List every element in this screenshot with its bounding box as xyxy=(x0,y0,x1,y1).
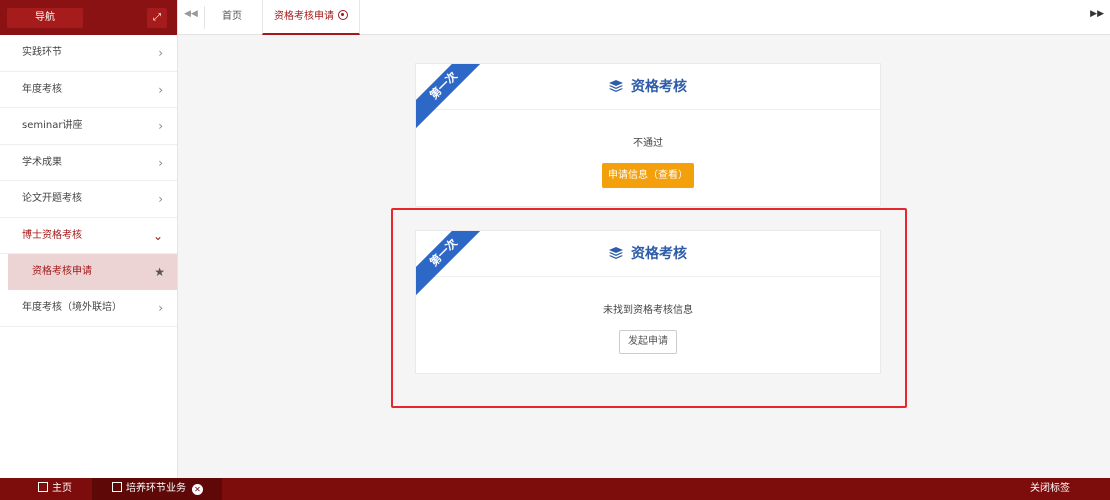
sidebar-item-label: seminar讲座 xyxy=(22,120,83,131)
qualification-card-1: 第一次 资格考核 不通过 申请信息（查看） xyxy=(415,63,881,207)
chevron-right-icon: › xyxy=(158,119,163,133)
bottom-tab-label: 培养环节业务 xyxy=(126,483,186,494)
double-chevron-right-icon[interactable]: ▶▶ xyxy=(1090,9,1104,19)
sidebar-item-label: 论文开题考核 xyxy=(22,193,82,204)
sidebar-item-label: 学术成果 xyxy=(22,156,62,168)
sidebar-item-label: 实践环节 xyxy=(22,47,62,58)
sidebar-item-label: 博士资格考核 xyxy=(22,229,82,241)
close-tabs-button[interactable]: 关闭标签 xyxy=(1030,478,1070,500)
divider xyxy=(204,6,205,29)
edit-icon xyxy=(112,482,122,492)
home-grid-icon xyxy=(38,482,48,492)
tab-label: 资格考核申请 xyxy=(274,11,334,22)
nav-list: 实践环节 › 年度考核 › seminar讲座 › 学术成果 › 论文开题考核 … xyxy=(0,35,177,327)
sidebar-item-proposal[interactable]: 论文开题考核 › xyxy=(0,181,177,218)
sidebar: 导航 ⤢ 实践环节 › 年度考核 › seminar讲座 › 学术成果 › 论文… xyxy=(0,0,178,478)
sidebar-header: 导航 ⤢ xyxy=(0,0,177,35)
sidebar-item-label: 年度考核 xyxy=(22,83,62,95)
chevron-right-icon: › xyxy=(158,192,163,206)
expand-arrows-icon[interactable]: ⤢ xyxy=(147,8,167,28)
chevron-right-icon: › xyxy=(158,301,163,315)
highlight-box xyxy=(391,208,907,408)
sidebar-item-annual-review[interactable]: 年度考核 › xyxy=(0,72,177,108)
card-body: 不通过 申请信息（查看） xyxy=(416,134,880,188)
card-title: 资格考核 xyxy=(631,79,687,95)
bottom-home-button[interactable]: 主页 xyxy=(38,478,72,500)
chevron-right-icon: › xyxy=(158,155,163,170)
status-text: 不通过 xyxy=(633,138,663,149)
sidebar-item-annual-review-overseas[interactable]: 年度考核（境外联培） › xyxy=(0,290,177,327)
card-header: 资格考核 xyxy=(416,64,880,110)
tab-qualification-apply[interactable]: 资格考核申请 xyxy=(262,0,360,35)
sidebar-item-practice[interactable]: 实践环节 › xyxy=(0,35,177,72)
double-chevron-left-icon[interactable]: ◀◀ xyxy=(184,9,198,19)
chevron-right-icon: › xyxy=(158,82,163,97)
close-circle-icon[interactable] xyxy=(338,10,348,20)
main-content: 第一次 资格考核 不通过 申请信息（查看） 第一次 资格考核 未找到资格考核信息… xyxy=(178,36,1110,478)
close-icon[interactable]: ✕ xyxy=(192,484,203,495)
bottom-tab-training[interactable]: 培养环节业务 ✕ xyxy=(92,478,222,500)
layers-icon xyxy=(609,80,623,92)
star-icon[interactable]: ★ xyxy=(154,254,165,290)
nav-title: 导航 xyxy=(7,8,83,28)
chevron-right-icon: › xyxy=(158,46,163,60)
sidebar-item-seminar[interactable]: seminar讲座 › xyxy=(0,108,177,145)
sidebar-subitem-qualification-apply[interactable]: 资格考核申请 ★ xyxy=(8,254,177,290)
chevron-down-icon: ⌄ xyxy=(152,228,163,243)
view-application-button[interactable]: 申请信息（查看） xyxy=(602,163,694,188)
sidebar-item-label: 年度考核（境外联培） xyxy=(22,302,122,313)
sidebar-item-academic[interactable]: 学术成果 › xyxy=(0,145,177,181)
bottom-bar: 主页 培养环节业务 ✕ 关闭标签 xyxy=(0,478,1110,500)
sidebar-subitem-label: 资格考核申请 xyxy=(32,266,92,277)
tab-bar: ◀◀ 首页 资格考核申请 ▶▶ xyxy=(178,0,1110,35)
bottom-home-label: 主页 xyxy=(52,483,72,494)
tab-home[interactable]: 首页 xyxy=(222,0,242,35)
sidebar-item-phd-qualification[interactable]: 博士资格考核 ⌄ xyxy=(0,218,177,254)
